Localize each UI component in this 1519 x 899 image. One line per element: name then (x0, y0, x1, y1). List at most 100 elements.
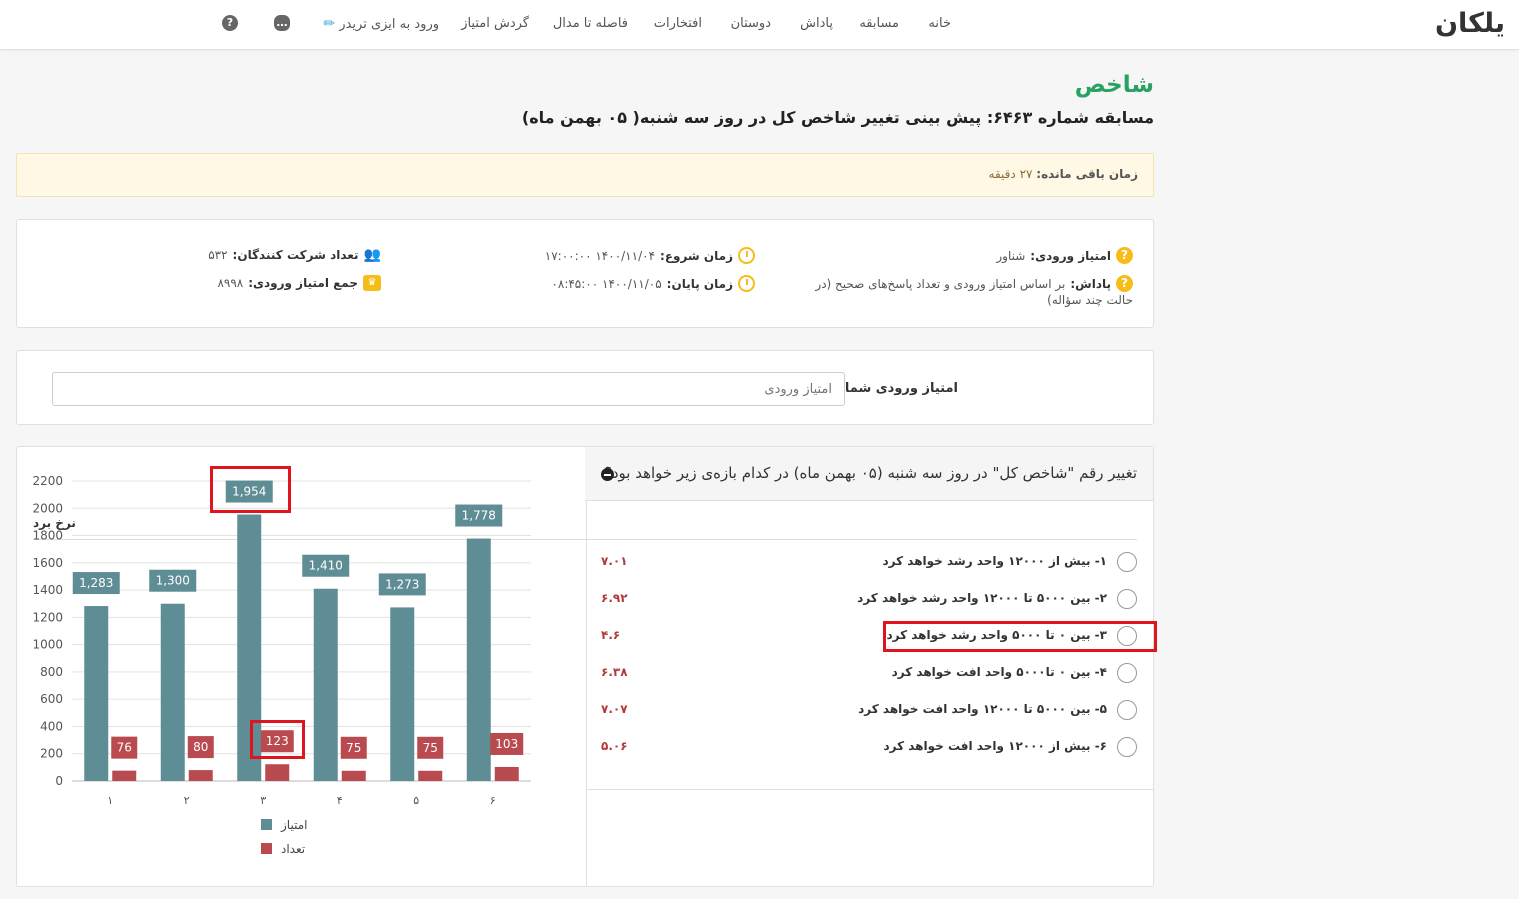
remaining-time-label: زمان باقی مانده: (1036, 167, 1138, 181)
total-score-row: ♛ جمع امتیاز ورودی: ۸۹۹۸ (217, 275, 381, 291)
nav-score-flow[interactable]: گردش امتیاز (461, 16, 529, 31)
x-tick-label: ۲ (184, 794, 190, 807)
option-label[interactable]: ۵- بین ۵۰۰۰ تا ۱۲۰۰۰ واحد افت خواهد کرد (858, 702, 1107, 716)
data-label: 75 (423, 741, 438, 755)
x-tick-label: ۵ (413, 794, 419, 807)
entry-score-value: شناور (996, 248, 1026, 263)
chat-icon[interactable]: … (274, 15, 290, 31)
competition-info-card: ? امتیاز ورودی: شناور ? پاداش: بر اساس ا… (16, 219, 1154, 328)
radio-button[interactable] (1117, 737, 1137, 757)
nav-easytrader-label: ورود به ایزی تریدر (339, 17, 439, 32)
results-bar-chart: 0 200 400 600 800 1000 1200 1400 1600 1800 2000 220… (32, 474, 531, 856)
highlight-box (250, 720, 305, 759)
option-4[interactable]: ۴- بین ۰ تا۵۰۰۰ واحد افت خواهد کرد ۶.۳۸ (601, 660, 1137, 684)
legend-swatch (261, 819, 272, 830)
reward-row-cont: حالت چند سؤاله) (1047, 293, 1133, 307)
option-1[interactable]: ۱- بیش از ۱۲۰۰۰ واحد رشد خواهد کرد ۷.۰۱ (601, 549, 1137, 573)
option-label[interactable]: ۱- بیش از ۱۲۰۰۰ واحد رشد خواهد کرد (882, 554, 1107, 568)
total-score-label: جمع امتیاز ورودی: (248, 276, 358, 290)
radio-button[interactable] (1117, 589, 1137, 609)
vertical-divider (586, 447, 587, 886)
competition-title: مسابقه شماره ۶۴۶۳: پیش بینی تغییر شاخص ک… (521, 108, 1154, 127)
option-5[interactable]: ۵- بین ۵۰۰۰ تا ۱۲۰۰۰ واحد افت خواهد کرد … (601, 697, 1137, 721)
option-rate: ۵.۰۶ (601, 739, 628, 753)
x-tick-label: ۱ (107, 794, 113, 807)
data-label: 1,300 (156, 574, 190, 588)
nav-competition[interactable]: مسابقه (859, 16, 899, 31)
collapse-icon[interactable] (601, 468, 614, 481)
nav-reward[interactable]: پاداش (800, 16, 833, 31)
logo[interactable]: یلکان (1435, 8, 1506, 39)
option-6[interactable]: ۶- بیش از ۱۲۰۰۰ واحد افت خواهد کرد ۵.۰۶ (601, 734, 1137, 758)
data-label: 1,410 (309, 559, 343, 573)
option-label[interactable]: ۲- بین ۵۰۰۰ تا ۱۲۰۰۰ واحد رشد خواهد کرد (857, 591, 1107, 605)
score-bar (84, 606, 109, 781)
y-tick-label: 800 (40, 665, 63, 679)
count-bar (418, 770, 443, 781)
y-tick-label: 200 (40, 747, 63, 761)
count-bar (494, 766, 519, 781)
highlight-box (883, 621, 1157, 652)
question-card: تغییر رقم "شاخص کل" در روز سه شنبه (۰۵ ب… (16, 446, 1154, 887)
nav-achievements[interactable]: افتخارات (654, 16, 702, 31)
y-tick-label: 600 (40, 692, 63, 706)
reward-value-2: حالت چند سؤاله) (1047, 293, 1133, 307)
data-label: 1,283 (79, 576, 113, 590)
count-bar (112, 770, 137, 781)
entry-score-card: امتیاز ورودی شما (16, 350, 1154, 425)
y-tick-label: 2000 (32, 501, 63, 515)
y-tick-label: 1200 (32, 610, 63, 624)
highlight-box (210, 466, 291, 513)
option-rate: ۴.۶ (601, 628, 621, 642)
count-bar (265, 764, 290, 781)
x-tick-label: ۳ (260, 794, 266, 807)
total-score-value: ۸۹۹۸ (217, 276, 244, 290)
question-header: تغییر رقم "شاخص کل" در روز سه شنبه (۰۵ ب… (585, 447, 1153, 501)
score-bar (390, 607, 415, 781)
nav-home[interactable]: خانه (928, 16, 951, 31)
radio-button[interactable] (1117, 700, 1137, 720)
data-label: 76 (117, 741, 132, 755)
participants-label: تعداد شرکت کنندگان: (232, 248, 359, 262)
entry-score-row: ? امتیاز ورودی: شناور (996, 247, 1133, 264)
radio-button[interactable] (1117, 552, 1137, 572)
y-tick-label: 0 (55, 774, 63, 788)
nav-easytrader-login[interactable]: ✏ ورود به ایزی تریدر (323, 16, 439, 32)
data-label: 1,273 (385, 577, 419, 591)
start-time-label: زمان شروع: (660, 248, 733, 263)
nav-friends[interactable]: دوستان (731, 16, 771, 31)
radio-button[interactable] (1117, 663, 1137, 683)
y-tick-label: 1400 (32, 583, 63, 597)
options-footer-divider (586, 789, 1153, 790)
option-2[interactable]: ۲- بین ۵۰۰۰ تا ۱۲۰۰۰ واحد رشد خواهد کرد … (601, 586, 1137, 610)
top-navbar: یلکان خانه مسابقه پاداش دوستان افتخارات … (0, 0, 1519, 50)
count-bar (341, 770, 366, 781)
remaining-time: زمان باقی مانده: ۲۷ دقیقه (989, 167, 1138, 181)
y-tick-label: 1800 (32, 529, 63, 543)
option-rate: ۷.۰۱ (601, 554, 628, 568)
help-circle-icon: ? (1116, 247, 1133, 264)
remaining-time-alert: زمان باقی مانده: ۲۷ دقیقه (16, 153, 1154, 197)
remaining-time-value: ۲۷ دقیقه (988, 167, 1033, 181)
pen-icon: ✏ (323, 16, 336, 32)
count-bar (188, 770, 213, 781)
start-time-value: ۱۴۰۰/۱۱/۰۴ ۱۷:۰۰:۰۰ (544, 248, 656, 263)
entry-score-input[interactable] (52, 372, 845, 406)
start-time-row: زمان شروع: ۱۴۰۰/۱۱/۰۴ ۱۷:۰۰:۰۰ (545, 247, 755, 264)
score-bar (160, 603, 185, 781)
data-label: 1,778 (462, 509, 496, 523)
option-label[interactable]: ۶- بیش از ۱۲۰۰۰ واحد افت خواهد کرد (883, 739, 1107, 753)
option-label[interactable]: ۴- بین ۰ تا۵۰۰۰ واحد افت خواهد کرد (892, 665, 1107, 679)
participants-row: 👥 تعداد شرکت کنندگان: ۵۳۲ (208, 247, 381, 263)
legend-swatch (261, 843, 272, 854)
reward-value: بر اساس امتیاز ورودی و تعداد پاسخ‌های صح… (815, 276, 1066, 291)
data-label: 103 (495, 737, 518, 751)
y-tick-label: 1000 (32, 638, 63, 652)
data-label: 80 (193, 740, 208, 754)
x-tick-label: ۶ (490, 794, 496, 807)
clock-icon (738, 275, 755, 292)
entry-score-label: امتیاز ورودی: (1030, 248, 1111, 263)
nav-medal-distance[interactable]: فاصله تا مدال (553, 16, 628, 31)
help-icon[interactable]: ? (222, 15, 238, 31)
option-rate: ۷.۰۷ (601, 702, 628, 716)
